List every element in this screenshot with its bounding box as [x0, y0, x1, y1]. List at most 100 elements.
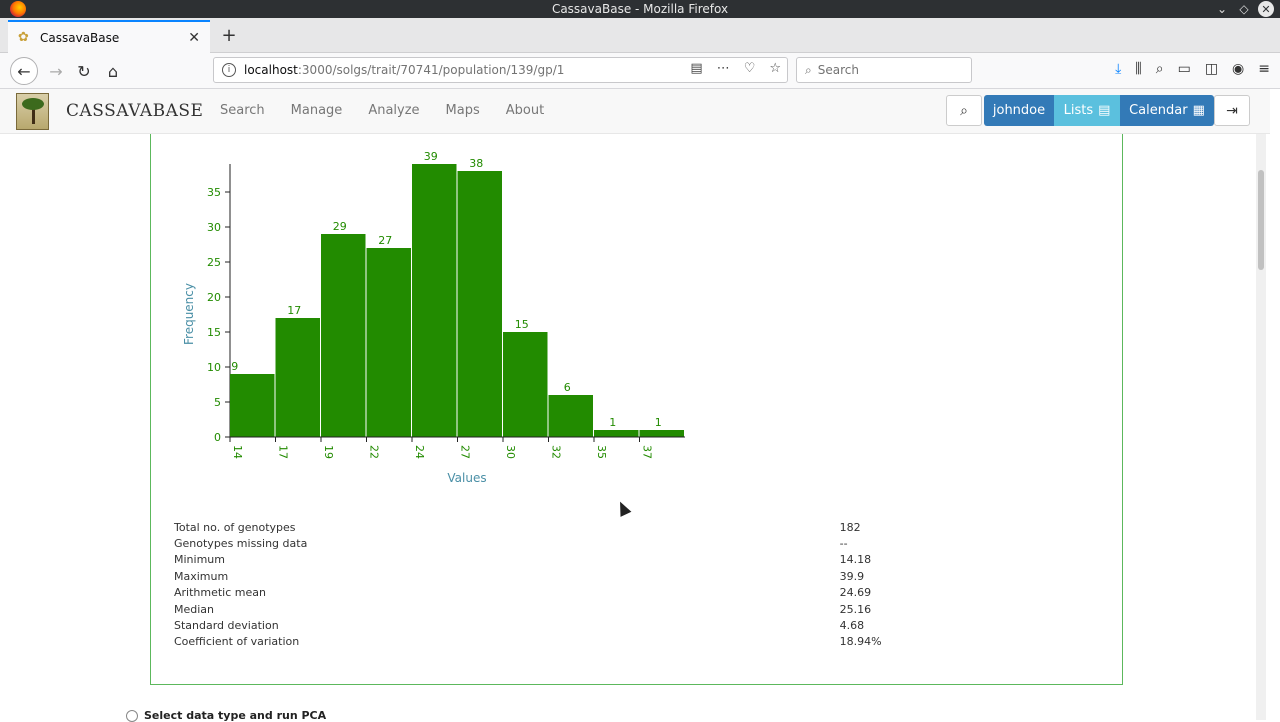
os-title-bar: CassavaBase - Mozilla Firefox ⌄ ◇ ✕: [0, 0, 1280, 18]
y-axis-label: Frequency: [182, 283, 196, 345]
y-tick-label: 0: [214, 431, 221, 444]
x-tick-label: 35: [595, 445, 608, 459]
y-tick-label: 20: [207, 291, 221, 304]
stat-row: Minimum 14.18: [174, 552, 934, 568]
search-placeholder: Search: [817, 63, 859, 77]
stat-row: Median 25.16: [174, 601, 934, 617]
search-icon: ⌕: [960, 102, 968, 119]
stat-value: 182: [839, 520, 861, 534]
forward-button[interactable]: →: [42, 57, 70, 85]
url-path: :3000/solgs/trait/70741/population/139/g…: [297, 63, 565, 77]
home-button[interactable]: ⌂: [99, 57, 127, 85]
lists-button[interactable]: Lists ▤: [1054, 95, 1120, 126]
firefox-logo-icon: [10, 1, 26, 17]
calendar-label: Calendar: [1129, 103, 1188, 118]
page-actions-icon[interactable]: ⋯: [717, 61, 730, 76]
y-tick-label: 5: [214, 396, 221, 409]
stat-label: Maximum: [174, 569, 229, 583]
account-icon[interactable]: ◉: [1232, 61, 1244, 77]
stat-row: Maximum 39.9: [174, 568, 934, 584]
main-menu: Search Manage Analyze Maps About: [220, 103, 544, 118]
stat-value: --: [839, 537, 848, 551]
menu-item-analyze[interactable]: Analyze: [368, 103, 419, 118]
x-tick-label: 14: [231, 445, 244, 459]
close-tab-icon[interactable]: ✕: [188, 30, 200, 46]
pca-option[interactable]: Select data type and run PCA: [126, 709, 326, 722]
y-tick-label: 25: [207, 256, 221, 269]
stat-row: Genotypes missing data --: [174, 535, 934, 551]
bar-value-label: 39: [424, 150, 438, 163]
histogram-bar: [275, 318, 320, 437]
histogram-bar: [321, 234, 366, 437]
menu-item-about[interactable]: About: [506, 103, 544, 118]
zoom-search-icon[interactable]: ⌕: [1156, 61, 1164, 77]
tab-title: CassavaBase: [40, 30, 120, 45]
menu-icon[interactable]: ≡: [1258, 61, 1270, 77]
new-tab-icon[interactable]: +: [218, 24, 240, 46]
stat-value: 24.69: [839, 586, 872, 600]
brand-name[interactable]: CASSAVABASE: [66, 101, 203, 121]
maximize-icon[interactable]: ◇: [1236, 1, 1252, 17]
logout-button[interactable]: ⇥: [1214, 95, 1250, 126]
pocket-icon[interactable]: ♡: [744, 61, 756, 76]
close-window-icon[interactable]: ✕: [1258, 1, 1274, 17]
y-tick-label: 30: [207, 221, 221, 234]
stat-row: Arithmetic mean 24.69: [174, 585, 934, 601]
y-tick-label: 15: [207, 326, 221, 339]
screenshot-icon[interactable]: ▭: [1178, 61, 1191, 77]
library-icon[interactable]: ⫼: [1135, 61, 1141, 77]
url-host: localhost: [244, 63, 298, 77]
scrollbar-thumb[interactable]: [1258, 170, 1264, 270]
site-info-icon[interactable]: i: [222, 63, 236, 77]
cassavabase-logo[interactable]: [16, 93, 49, 130]
stat-label: Coefficient of variation: [174, 635, 300, 649]
bar-value-label: 9: [231, 360, 238, 373]
stat-row: Total no. of genotypes 182: [174, 519, 934, 535]
stat-label: Median: [174, 602, 215, 616]
downloads-icon[interactable]: ⤓: [1115, 61, 1121, 77]
stat-row: Standard deviation 4.68: [174, 617, 934, 633]
bar-value-label: 15: [515, 318, 529, 331]
url-bar[interactable]: i localhost:3000/solgs/trait/70741/popul…: [213, 57, 788, 83]
reader-view-icon[interactable]: ▤: [690, 61, 702, 76]
histogram-bar: [548, 395, 593, 437]
stat-value: 4.68: [839, 619, 865, 633]
stat-value: 39.9: [839, 569, 865, 583]
bar-value-label: 17: [287, 304, 301, 317]
sidebar-icon[interactable]: ◫: [1205, 61, 1218, 77]
bar-value-label: 27: [378, 234, 392, 247]
histogram-chart: 05101520253035917292739381561 114 17 19 22 24…: [182, 150, 685, 485]
user-button[interactable]: johndoe: [984, 95, 1054, 126]
menu-item-search[interactable]: Search: [220, 103, 265, 118]
stats-table: Total no. of genotypes 182 Genotypes missi…: [174, 519, 934, 650]
calendar-button[interactable]: Calendar ▦: [1120, 95, 1214, 126]
calendar-icon: ▦: [1192, 103, 1205, 118]
stat-label: Minimum: [174, 553, 225, 567]
list-icon: ▤: [1098, 103, 1111, 118]
y-tick-label: 35: [207, 186, 221, 199]
bar-value-label: 38: [469, 157, 483, 170]
menu-item-manage[interactable]: Manage: [291, 103, 343, 118]
site-search-button[interactable]: ⌕: [946, 95, 982, 126]
menu-item-maps[interactable]: Maps: [446, 103, 480, 118]
bookmark-star-icon[interactable]: ☆: [769, 61, 781, 76]
x-tick-label: 37: [641, 445, 654, 459]
reload-button[interactable]: ↻: [70, 57, 98, 85]
x-tick-label: 22: [368, 445, 381, 459]
back-button[interactable]: ←: [10, 57, 38, 85]
navigation-bar: ← → ↻ ⌂ i localhost:3000/solgs/trait/707…: [0, 53, 1280, 89]
stat-label: Standard deviation: [174, 619, 279, 633]
x-tick-label: 19: [322, 445, 335, 459]
window-title: CassavaBase - Mozilla Firefox: [551, 2, 729, 16]
search-bar[interactable]: ⌕ Search: [796, 57, 972, 83]
page-scrollbar[interactable]: [1256, 134, 1266, 720]
tab-bar: ✿ CassavaBase ✕ +: [0, 18, 1280, 53]
minimize-icon[interactable]: ⌄: [1214, 1, 1230, 17]
histogram-bar: [594, 430, 639, 437]
logout-icon: ⇥: [1226, 102, 1238, 119]
bar-value-label: 29: [333, 220, 347, 233]
browser-tab[interactable]: ✿ CassavaBase ✕: [8, 20, 210, 53]
histogram-bar: [412, 164, 457, 437]
bar-value-label: 6: [564, 381, 571, 394]
lists-label: Lists: [1063, 103, 1094, 118]
